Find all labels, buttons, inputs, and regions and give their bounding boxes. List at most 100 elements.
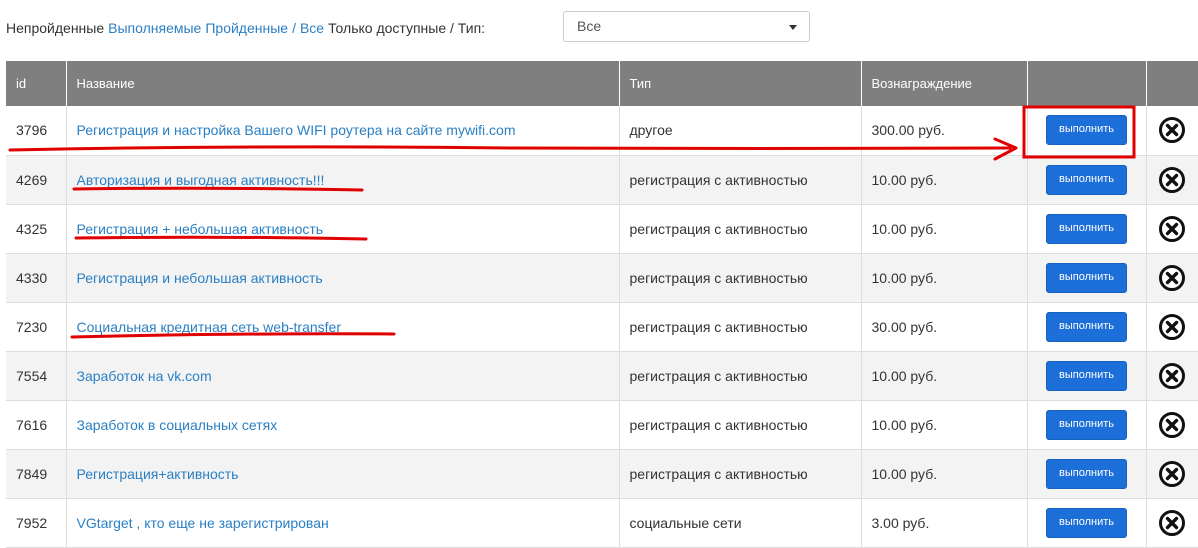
filter-all-link[interactable]: Все — [300, 20, 324, 36]
cell-reward: 10.00 руб. — [861, 400, 1028, 450]
cell-type: регистрация с активностью — [619, 204, 862, 254]
cell-action: выполнить — [1027, 498, 1147, 548]
execute-button[interactable]: выполнить — [1046, 458, 1127, 489]
cell-type: регистрация с активностью — [619, 400, 862, 450]
task-title-link[interactable]: Заработок в социальных сетях — [77, 417, 278, 433]
cell-type: регистрация с активностью — [619, 155, 862, 205]
type-select-value: Все — [577, 18, 602, 34]
table-row: 3796 Регистрация и настройка Вашего WIFI … — [6, 106, 1198, 156]
cell-action: выполнить — [1027, 400, 1147, 450]
cell-name: Регистрация и настройка Вашего WIFI роут… — [66, 106, 620, 156]
execute-button[interactable]: выполнить — [1046, 360, 1127, 391]
cell-reward: 300.00 руб. — [861, 106, 1028, 156]
task-title-link[interactable]: Регистрация + небольшая активность — [77, 221, 324, 237]
close-circle-icon[interactable] — [1158, 264, 1186, 292]
cell-id: 7616 — [6, 400, 67, 450]
cell-action: выполнить — [1027, 449, 1147, 499]
cell-reward: 10.00 руб. — [861, 449, 1028, 499]
column-header-reward: Вознаграждение — [861, 61, 1028, 106]
table-row: 4325 Регистрация + небольшая активность ре… — [6, 204, 1198, 254]
table-row: 7616 Заработок в социальных сетях регистра… — [6, 400, 1198, 450]
cell-remove — [1146, 449, 1198, 499]
table-row: 7849 Регистрация+активность регистрация с … — [6, 449, 1198, 499]
filter-only-available-label: Только доступные / Тип: — [328, 20, 486, 36]
execute-button[interactable]: выполнить — [1046, 409, 1127, 440]
task-title-link[interactable]: Регистрация и небольшая активность — [77, 270, 323, 286]
cell-remove — [1146, 253, 1198, 303]
cell-name: Социальная кредитная сеть web-transfer — [66, 302, 620, 352]
table-row: 7230 Социальная кредитная сеть web-transf… — [6, 302, 1198, 352]
filter-passed-link[interactable]: Пройденные — [205, 20, 288, 36]
cell-action: выполнить — [1027, 106, 1147, 156]
execute-button[interactable]: выполнить — [1046, 311, 1127, 342]
cell-name: Регистрация + небольшая активность — [66, 204, 620, 254]
cell-remove — [1146, 155, 1198, 205]
filter-in-progress-link[interactable]: Выполняемые — [108, 20, 201, 36]
table-row: 7554 Заработок на vk.com регистрация с акт… — [6, 351, 1198, 401]
close-circle-icon[interactable] — [1158, 362, 1186, 390]
cell-reward: 10.00 руб. — [861, 253, 1028, 303]
table-row: 4330 Регистрация и небольшая активность ре… — [6, 253, 1198, 303]
task-title-link[interactable]: Социальная кредитная сеть web-transfer — [77, 319, 341, 335]
cell-action: выполнить — [1027, 351, 1147, 401]
cell-name: VGtarget , кто еще не зарегистрирован — [66, 498, 620, 548]
cell-reward: 3.00 руб. — [861, 498, 1028, 548]
table-body: 3796 Регистрация и настройка Вашего WIFI … — [6, 106, 1198, 548]
cell-id: 7849 — [6, 449, 67, 499]
task-title-link[interactable]: Заработок на vk.com — [77, 368, 212, 384]
cell-name: Регистрация и небольшая активность — [66, 253, 620, 303]
close-circle-icon[interactable] — [1158, 215, 1186, 243]
task-title-link[interactable]: VGtarget , кто еще не зарегистрирован — [77, 515, 329, 531]
table-row: 4269 Авторизация и выгодная активность!!!… — [6, 155, 1198, 205]
cell-type: регистрация с активностью — [619, 253, 862, 303]
column-header-remove — [1146, 61, 1198, 106]
column-header-type: Тип — [619, 61, 862, 106]
execute-button[interactable]: выполнить — [1046, 115, 1127, 146]
cell-type: регистрация с активностью — [619, 449, 862, 499]
cell-action: выполнить — [1027, 204, 1147, 254]
type-select[interactable]: Все — [563, 11, 810, 42]
cell-reward: 30.00 руб. — [861, 302, 1028, 352]
task-title-link[interactable]: Регистрация и настройка Вашего WIFI роут… — [77, 122, 516, 138]
cell-id: 4269 — [6, 155, 67, 205]
tasks-table: id Название Тип Вознаграждение 3796 Регис… — [6, 61, 1198, 548]
cell-remove — [1146, 351, 1198, 401]
column-header-name: Название — [66, 61, 620, 106]
cell-remove — [1146, 400, 1198, 450]
cell-reward: 10.00 руб. — [861, 155, 1028, 205]
cell-type: другое — [619, 106, 862, 156]
execute-button[interactable]: выполнить — [1046, 164, 1127, 195]
cell-id: 7554 — [6, 351, 67, 401]
task-title-link[interactable]: Авторизация и выгодная активность!!! — [77, 172, 325, 188]
column-header-id: id — [6, 61, 67, 106]
caret-down-icon — [789, 25, 797, 30]
filter-not-passed: Непройденные — [6, 20, 105, 36]
close-circle-icon[interactable] — [1158, 313, 1186, 341]
table-header-row: id Название Тип Вознаграждение — [6, 61, 1198, 106]
execute-button[interactable]: выполнить — [1046, 507, 1127, 538]
cell-name: Регистрация+активность — [66, 449, 620, 499]
cell-name: Авторизация и выгодная активность!!! — [66, 155, 620, 205]
table-row: 7952 VGtarget , кто еще не зарегистрирова… — [6, 498, 1198, 548]
cell-id: 7230 — [6, 302, 67, 352]
cell-action: выполнить — [1027, 253, 1147, 303]
task-title-link[interactable]: Регистрация+активность — [77, 466, 239, 482]
cell-remove — [1146, 302, 1198, 352]
cell-id: 3796 — [6, 106, 67, 156]
cell-reward: 10.00 руб. — [861, 351, 1028, 401]
cell-type: регистрация с активностью — [619, 351, 862, 401]
cell-id: 4325 — [6, 204, 67, 254]
cell-remove — [1146, 204, 1198, 254]
close-circle-icon[interactable] — [1158, 116, 1186, 144]
cell-remove — [1146, 106, 1198, 156]
close-circle-icon[interactable] — [1158, 460, 1186, 488]
close-circle-icon[interactable] — [1158, 509, 1186, 537]
close-circle-icon[interactable] — [1158, 411, 1186, 439]
cell-action: выполнить — [1027, 155, 1147, 205]
cell-action: выполнить — [1027, 302, 1147, 352]
close-circle-icon[interactable] — [1158, 166, 1186, 194]
execute-button[interactable]: выполнить — [1046, 213, 1127, 244]
execute-button[interactable]: выполнить — [1046, 262, 1127, 293]
cell-reward: 10.00 руб. — [861, 204, 1028, 254]
cell-type: регистрация с активностью — [619, 302, 862, 352]
